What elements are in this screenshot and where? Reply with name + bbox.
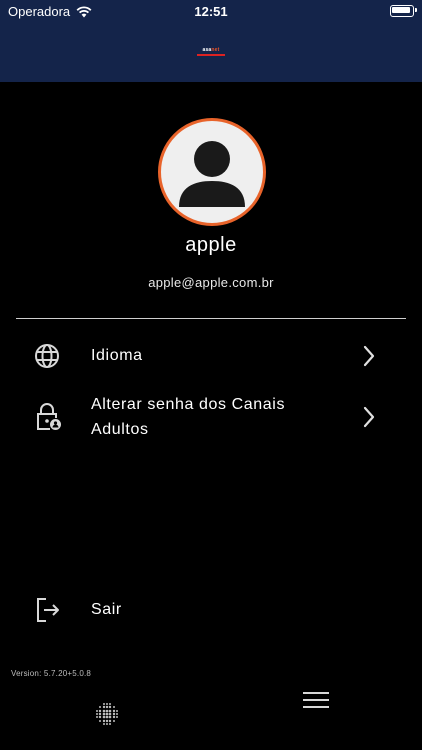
- menu-item-language[interactable]: Idioma: [0, 338, 422, 374]
- profile-username: apple: [185, 234, 237, 256]
- menu-item-adult-password[interactable]: Alterar senha dos Canais Adultos: [0, 392, 422, 446]
- logo-text-part1: asa: [202, 47, 212, 53]
- divider: [16, 318, 406, 319]
- menu-item-language-label: Idioma: [91, 347, 143, 364]
- status-bar: Operadora 12:51: [0, 0, 422, 22]
- app-header: Operadora 12:51 asa net: [0, 0, 422, 82]
- logout-label: Sair: [91, 601, 122, 618]
- globe-icon: [34, 343, 60, 374]
- chevron-right-icon: [362, 345, 376, 372]
- user-avatar-icon[interactable]: [158, 118, 266, 226]
- menu-item-adult-password-label-line1: Alterar senha dos Canais: [91, 396, 286, 413]
- app-version: Version: 5.7.20+5.0.8: [11, 669, 92, 678]
- dots-grid-icon[interactable]: [95, 702, 119, 731]
- logout-button[interactable]: Sair: [0, 594, 422, 626]
- clock: 12:51: [194, 4, 228, 19]
- logout-icon: [35, 597, 61, 628]
- battery-icon: [390, 5, 417, 17]
- menu-item-adult-password-label-line2: Adultos: [91, 421, 149, 438]
- hamburger-menu-icon[interactable]: [303, 691, 329, 714]
- lock-person-icon: [36, 402, 62, 437]
- chevron-right-icon: [362, 406, 376, 433]
- logo-underline: [197, 54, 225, 56]
- profile-email: apple@apple.com.br: [148, 275, 274, 290]
- logo-text-part2: net: [211, 47, 220, 53]
